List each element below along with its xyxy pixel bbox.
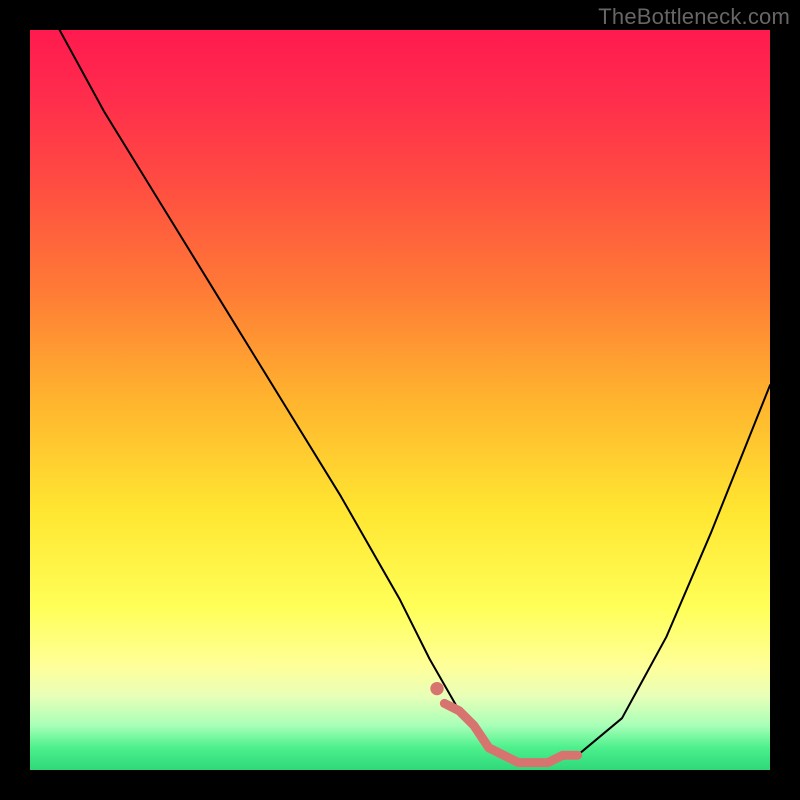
plot-area [30,30,770,770]
watermark-text: TheBottleneck.com [598,4,790,30]
bottleneck-curve [60,30,770,763]
chart-frame: TheBottleneck.com [0,0,800,800]
sweet-spot-dot [430,682,443,695]
curve-overlay [30,30,770,770]
sweet-spot-highlight [444,703,577,762]
